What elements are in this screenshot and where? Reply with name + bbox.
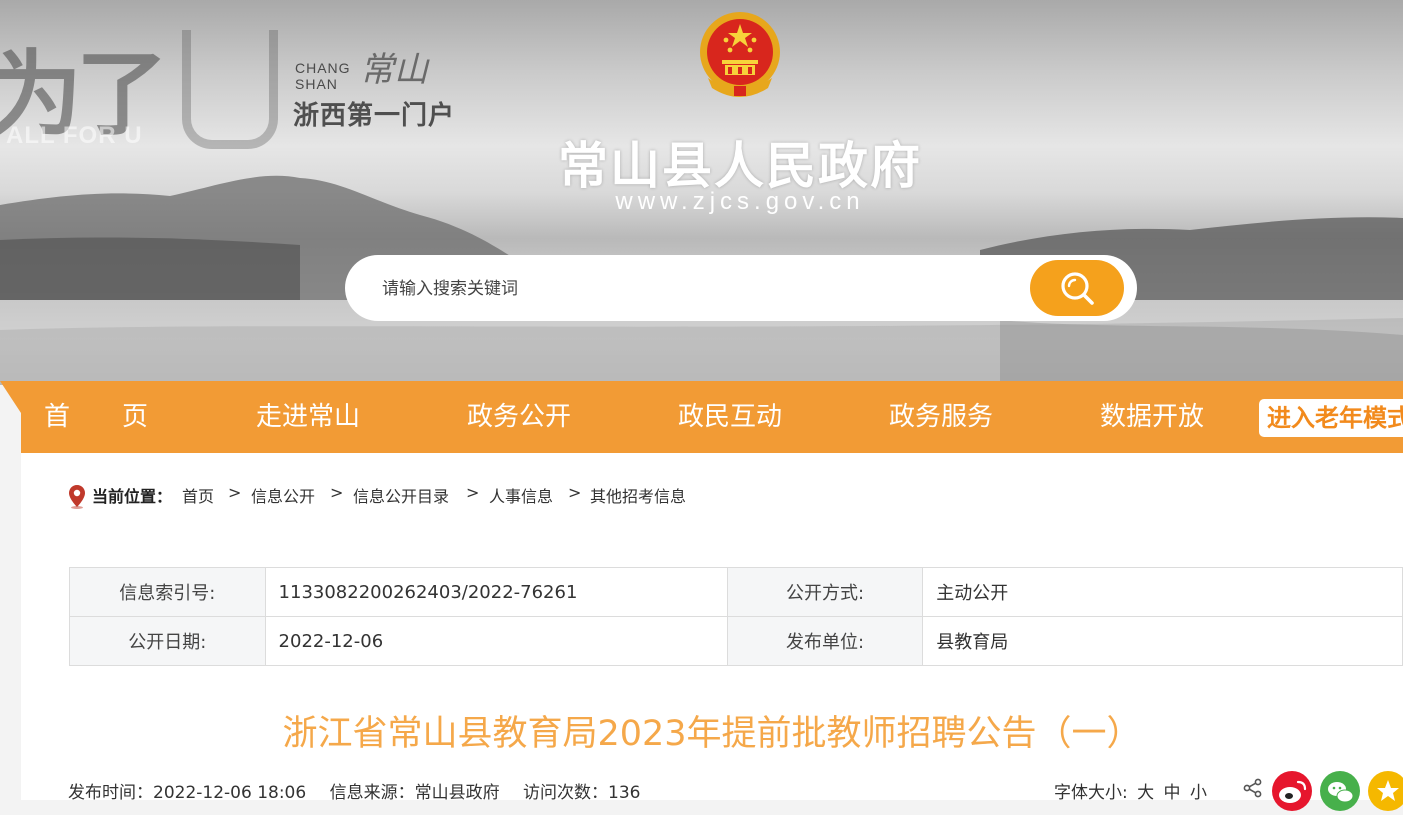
nav-open-data[interactable]: 数据开放 bbox=[1100, 381, 1204, 453]
nav-government-services[interactable]: 政务服务 bbox=[889, 381, 993, 453]
index-no-label: 信息索引号: bbox=[69, 567, 266, 617]
breadcrumb-info-disclosure[interactable]: 信息公开 bbox=[251, 483, 315, 507]
breadcrumb-home[interactable]: 首页 bbox=[182, 483, 214, 507]
shan-text: SHAN bbox=[295, 76, 338, 92]
publisher-value: 县教育局 bbox=[922, 616, 1403, 666]
search-button[interactable] bbox=[1030, 260, 1124, 316]
nav-home[interactable]: 首 页 bbox=[44, 381, 148, 453]
breadcrumb-separator: > bbox=[330, 483, 344, 502]
breadcrumb-separator: > bbox=[466, 483, 480, 502]
font-size-small[interactable]: 小 bbox=[1190, 783, 1207, 803]
open-date-value: 2022-12-06 bbox=[264, 616, 728, 666]
font-size-medium[interactable]: 中 bbox=[1164, 783, 1181, 803]
site-url: www.zjcs.gov.cn bbox=[615, 188, 865, 215]
publisher-label: 发布单位: bbox=[726, 616, 924, 666]
font-size-control: 字体大小: 大 中 小 bbox=[1054, 778, 1207, 803]
changshan-calligraphy: 常山 bbox=[360, 50, 428, 90]
breadcrumb-label: 当前位置： bbox=[92, 487, 173, 506]
nav-fold-corner bbox=[0, 381, 21, 413]
favorite-share-button[interactable] bbox=[1368, 771, 1403, 811]
elder-mode-button[interactable]: 进入老年模式 bbox=[1259, 399, 1403, 437]
visit-count: 访问次数：136 bbox=[523, 783, 641, 803]
search-box bbox=[345, 255, 1137, 323]
breadcrumb-info-catalog[interactable]: 信息公开目录 bbox=[353, 483, 449, 507]
share-icon[interactable] bbox=[1243, 778, 1263, 798]
article-title: 浙江省常山县教育局2023年提前批教师招聘公告（一） bbox=[282, 714, 1142, 754]
document-meta-table: 信息索引号: 113308220026240​3/2022-76261 公开方式… bbox=[69, 567, 1403, 666]
breadcrumb-separator: > bbox=[568, 483, 582, 502]
open-mode-label: 公开方式: bbox=[726, 567, 924, 617]
weibo-icon bbox=[1279, 780, 1307, 803]
chang-text: CHANG bbox=[295, 60, 351, 76]
info-source: 信息来源：常山县政府 bbox=[329, 783, 500, 803]
main-nav: 首 页 走进常山 政务公开 政民互动 政务服务 数据开放 进入老年模式 bbox=[0, 381, 1403, 453]
header-banner: 为了 ALL FOR U CHANG SHAN 常山 浙西第一门户 常山县人民政… bbox=[0, 0, 1403, 385]
open-date-label: 公开日期: bbox=[69, 616, 266, 666]
font-size-large[interactable]: 大 bbox=[1137, 783, 1154, 803]
breadcrumb-personnel-info[interactable]: 人事信息 bbox=[489, 483, 553, 507]
favorite-icon bbox=[1377, 780, 1399, 801]
table-row: 公开日期: 2022-12-06 发布单位: 县教育局 bbox=[69, 616, 1403, 666]
breadcrumb-other-recruitment[interactable]: 其他招考信息 bbox=[590, 483, 686, 507]
nav-government-affairs[interactable]: 政务公开 bbox=[467, 381, 571, 453]
wechat-icon bbox=[1328, 782, 1354, 803]
weibo-share-button[interactable] bbox=[1272, 771, 1312, 811]
table-row: 信息索引号: 113308220026240​3/2022-76261 公开方式… bbox=[69, 567, 1403, 617]
index-no-value: 113308220026240​3/2022-76261 bbox=[264, 567, 728, 617]
national-emblem-icon bbox=[700, 12, 780, 97]
location-pin-icon bbox=[69, 485, 85, 509]
publish-time: 发布时间：2022-12-06 18:06 bbox=[68, 783, 307, 803]
search-input[interactable] bbox=[380, 255, 1024, 323]
content-panel: 当前位置： 首页 > 信息公开 > 信息公开目录 > 人事信息 > 其他招考信息… bbox=[21, 453, 1403, 811]
breadcrumb-separator: > bbox=[228, 483, 242, 502]
wechat-share-button[interactable] bbox=[1320, 771, 1360, 811]
article-info: 发布时间：2022-12-06 18:06 信息来源：常山县政府 访问次数：13… bbox=[68, 778, 640, 803]
nav-about-changshan[interactable]: 走进常山 bbox=[256, 381, 360, 453]
open-mode-value: 主动公开 bbox=[922, 567, 1403, 617]
nav-public-interaction[interactable]: 政民互动 bbox=[678, 381, 782, 453]
font-size-label: 字体大小: bbox=[1054, 783, 1128, 803]
search-icon bbox=[1061, 272, 1094, 305]
changshan-en: CHANG SHAN bbox=[295, 60, 351, 92]
